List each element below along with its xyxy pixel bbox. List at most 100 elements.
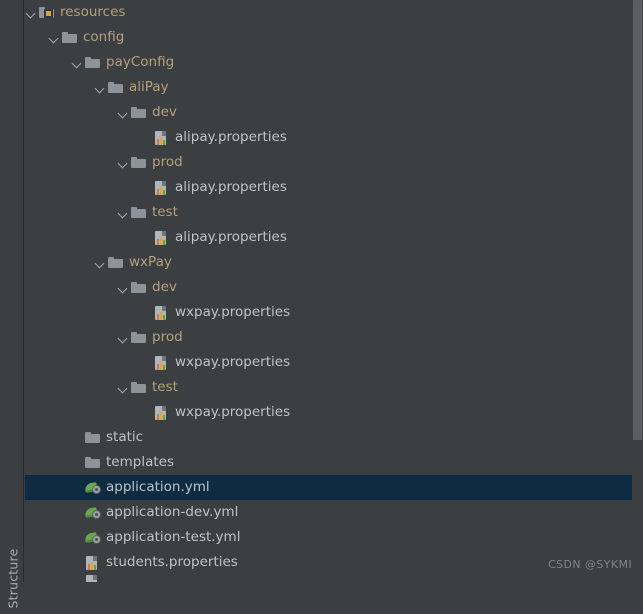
properties-file-icon [153, 225, 170, 250]
spring-yml-file-icon [84, 475, 101, 500]
tree-row[interactable] [25, 575, 643, 582]
chevron-down-icon[interactable] [117, 325, 130, 350]
tree-row[interactable]: resources [25, 0, 643, 25]
tree-row[interactable]: payConfig [25, 50, 643, 75]
folder-icon [84, 450, 101, 475]
tree-row[interactable]: wxpay.properties [25, 350, 643, 375]
spring-yml-file-icon [84, 525, 101, 550]
tree-row-label: alipay.properties [175, 229, 287, 245]
chevron-down-icon[interactable] [117, 150, 130, 175]
folder-icon [130, 150, 147, 175]
tree-row[interactable]: wxpay.properties [25, 300, 643, 325]
properties-file-icon [84, 575, 101, 582]
chevron-down-icon[interactable] [94, 250, 107, 275]
tree-no-chevron [140, 300, 153, 325]
tree-row-label: wxpay.properties [175, 304, 291, 320]
chevron-down-icon[interactable] [117, 100, 130, 125]
chevron-down-icon[interactable] [117, 375, 130, 400]
tree-row[interactable]: aliPay [25, 75, 643, 100]
structure-tool-window-label[interactable]: Structure [6, 544, 21, 614]
tree-row[interactable]: prod [25, 325, 643, 350]
chevron-down-icon[interactable] [117, 275, 130, 300]
properties-file-icon [84, 550, 101, 575]
tree-no-chevron [71, 525, 84, 550]
tree-row[interactable]: application-dev.yml [25, 500, 643, 525]
folder-icon [130, 325, 147, 350]
tree-no-chevron [71, 450, 84, 475]
tree-row[interactable]: dev [25, 100, 643, 125]
tree-row[interactable]: application-test.yml [25, 525, 643, 550]
tree-row[interactable]: prod [25, 150, 643, 175]
folder-icon [130, 100, 147, 125]
tree-no-chevron [140, 125, 153, 150]
folder-icon [84, 425, 101, 450]
tree-row-label: dev [152, 279, 177, 295]
chevron-down-icon[interactable] [94, 75, 107, 100]
tree-row[interactable]: config [25, 25, 643, 50]
folder-icon [61, 25, 78, 50]
tree-row[interactable]: alipay.properties [25, 225, 643, 250]
tree-row-label: students.properties [106, 554, 238, 570]
vertical-scrollbar-thumb[interactable] [633, 0, 642, 440]
tree-row-label: config [83, 29, 125, 45]
tree-row-label: wxpay.properties [175, 354, 291, 370]
tree-row-label: alipay.properties [175, 179, 287, 195]
properties-file-icon [153, 350, 170, 375]
tree-row[interactable]: wxpay.properties [25, 400, 643, 425]
properties-file-icon [153, 175, 170, 200]
tree-row[interactable]: alipay.properties [25, 125, 643, 150]
tree-row-label: application.yml [106, 479, 210, 495]
tree-row-label: test [152, 379, 178, 395]
tree-no-chevron [71, 575, 84, 582]
folder-icon [130, 375, 147, 400]
tree-row-label: alipay.properties [175, 129, 287, 145]
tree-no-chevron [140, 225, 153, 250]
tree-row-label: application-dev.yml [106, 504, 239, 520]
tree-no-chevron [140, 350, 153, 375]
chevron-down-icon[interactable] [71, 50, 84, 75]
tree-row-label: templates [106, 454, 174, 470]
tree-no-chevron [71, 475, 84, 500]
properties-file-icon [153, 300, 170, 325]
folder-icon [130, 200, 147, 225]
tree-row-label: aliPay [129, 79, 169, 95]
tree-no-chevron [71, 425, 84, 450]
tree-row[interactable]: static [25, 425, 643, 450]
tree-row[interactable]: dev [25, 275, 643, 300]
tree-no-chevron [71, 550, 84, 575]
chevron-down-icon[interactable] [117, 200, 130, 225]
folder-icon [84, 50, 101, 75]
vertical-scrollbar[interactable] [632, 0, 643, 582]
tree-row-label: application-test.yml [106, 529, 241, 545]
tree-row[interactable]: alipay.properties [25, 175, 643, 200]
properties-file-icon [153, 400, 170, 425]
file-tree[interactable]: resources config payConfig aliPay dev alipay.… [25, 0, 643, 582]
tree-row-label: wxpay.properties [175, 404, 291, 420]
tree-row[interactable]: test [25, 375, 643, 400]
tree-row-label: test [152, 204, 178, 220]
tree-row-label: wxPay [129, 254, 172, 270]
chevron-down-icon[interactable] [48, 25, 61, 50]
tree-row[interactable]: test [25, 200, 643, 225]
chevron-down-icon[interactable] [25, 0, 38, 25]
tree-row-label: payConfig [106, 54, 175, 70]
tree-row[interactable]: wxPay [25, 250, 643, 275]
folder-icon [130, 275, 147, 300]
properties-file-icon [153, 125, 170, 150]
spring-yml-file-icon [84, 500, 101, 525]
resource-root-badge-icon [44, 9, 53, 18]
tree-no-chevron [140, 175, 153, 200]
tree-no-chevron [71, 500, 84, 525]
folder-icon [107, 250, 124, 275]
tree-row[interactable]: application.yml [25, 475, 643, 500]
tree-row-label: dev [152, 104, 177, 120]
tree-row-label: prod [152, 329, 183, 345]
tree-row[interactable]: templates [25, 450, 643, 475]
resources-folder-icon [38, 0, 55, 25]
folder-icon [107, 75, 124, 100]
structure-tool-window-strip[interactable]: Structure [0, 0, 24, 608]
tree-row-label: static [106, 429, 144, 445]
tree-no-chevron [140, 400, 153, 425]
watermark-text: CSDN @SYKMI [548, 558, 632, 571]
project-tree-panel: Structure resources config payConfig aliPay… [0, 0, 643, 608]
